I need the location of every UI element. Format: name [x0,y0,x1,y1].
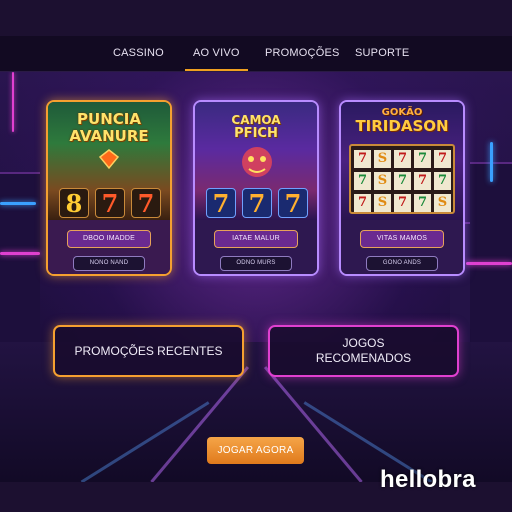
recent-promotions-label: PROMOÇÕES RECENTES [74,343,223,358]
reel-symbol: 7 [206,188,236,218]
slot-cell: 7 [414,172,431,190]
slot-cell: 7 [414,194,431,212]
creature-icon [242,147,272,177]
play-button[interactable]: DBOO IMADDE [67,230,151,248]
play-button[interactable]: IATAE MALUR [214,230,298,248]
slot-grid: 7S7777S7777S77S [349,144,455,214]
recommended-games-button[interactable]: JOGOS RECOMENADOS [268,325,459,377]
nav-item-cassino[interactable]: CASSINO [113,47,164,59]
watermark-text: hellobra [380,466,476,493]
top-bar [0,0,512,36]
recent-promotions-button[interactable]: PROMOÇÕES RECENTES [53,325,244,377]
gem-icon [98,149,120,170]
game-card-puncia-avanure[interactable]: PUNCIA AVANURE 8 7 7 DBOO IMADDE NONO NA… [46,100,172,276]
slot-cell: S [434,194,451,212]
reel-symbol: 7 [242,188,272,218]
slot-cell: 7 [394,194,411,212]
play-now-button[interactable]: JOGAR AGORA [207,437,304,464]
game-card-camoa-pfich[interactable]: CAMOA PFICH 7 7 7 IATAE MALUR ODNO MURS [193,100,319,276]
game-title-line2: TIRIDASON [355,117,449,135]
slot-cell: 7 [394,150,411,168]
info-button[interactable]: ODNO MURS [220,256,292,271]
game-art: PUNCIA AVANURE 8 7 7 [48,102,170,220]
info-button[interactable]: GONO ANDS [366,256,438,271]
nav-item-ao-vivo[interactable]: AO VIVO [185,47,248,71]
recommended-games-label-line1: JOGOS [342,336,385,350]
main-nav: CASSINO AO VIVO PROMOÇÕES SUPORTE [0,36,512,72]
slot-cell: 7 [394,172,411,190]
slot-cell: 7 [434,172,451,190]
slot-cell: 7 [354,172,371,190]
slot-cell: S [374,150,391,168]
nav-item-promocoes[interactable]: PROMOÇÕES [265,47,340,59]
info-button[interactable]: NONO NAND [73,256,145,271]
reel-symbol: 8 [59,188,89,218]
slot-cell: 7 [434,150,451,168]
reel-symbol: 7 [278,188,308,218]
slot-cell: 7 [354,194,371,212]
game-title-line2: PFICH [234,126,278,141]
nav-item-suporte[interactable]: SUPORTE [355,47,409,59]
slot-cell: 7 [414,150,431,168]
game-card-gokao-tiridason[interactable]: GOKÃO TIRIDASON 7S7777S7777S77S VITAS MA… [339,100,465,276]
slot-cell: S [374,172,391,190]
game-art: GOKÃO TIRIDASON 7S7777S7777S77S [341,102,463,220]
game-title: PUNCIA [77,110,141,128]
game-title: CAMOA [231,113,281,127]
play-button[interactable]: VITAS MAMOS [360,230,444,248]
slot-cell: S [374,194,391,212]
recommended-games-label-line2: RECOMENADOS [315,351,412,365]
reel-symbol: 7 [131,188,161,218]
game-art: CAMOA PFICH 7 7 7 [195,102,317,220]
slot-cell: 7 [354,150,371,168]
game-title-line2: AVANURE [69,127,149,145]
reel-symbol: 7 [95,188,125,218]
